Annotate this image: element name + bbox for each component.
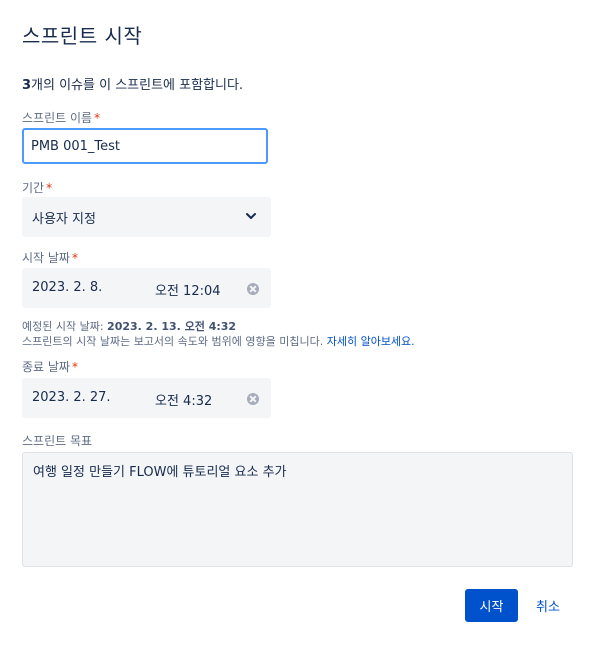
required-marker: * xyxy=(46,181,53,195)
duration-label: 기간 * xyxy=(22,179,52,196)
issue-summary-text: 개의 이슈를 이 스프린트에 포함합니다. xyxy=(31,78,244,93)
sprint-goal-label: 스프린트 목표 xyxy=(22,434,93,448)
start-sprint-dialog: 스프린트 시작 3개의 이슈를 이 스프린트에 포함합니다. 스프린트 이름 * … xyxy=(0,0,594,652)
start-date-picker[interactable]: 2023. 2. 8. 오전 12:04 xyxy=(22,268,271,308)
sprint-name-label-text: 스프린트 이름 xyxy=(22,111,93,125)
duration-selected-value: 사용자 지정 xyxy=(32,212,96,227)
issue-summary: 3개의 이슈를 이 스프린트에 포함합니다. xyxy=(22,74,243,93)
start-date-label-text: 시작 날짜 xyxy=(22,251,70,265)
clear-icon[interactable] xyxy=(247,393,259,405)
required-marker: * xyxy=(71,360,78,374)
end-date-label: 종료 날짜 * xyxy=(22,358,78,375)
cancel-button[interactable]: 취소 xyxy=(526,589,570,622)
scheduled-start-value: 2023. 2. 13. 오전 4:32 xyxy=(107,320,237,333)
duration-label-text: 기간 xyxy=(22,181,45,195)
required-marker: * xyxy=(71,251,78,265)
start-date-value[interactable]: 2023. 2. 8. xyxy=(32,280,102,295)
end-date-picker[interactable]: 2023. 2. 27. 오전 4:32 xyxy=(22,378,271,418)
start-date-info: 스프린트의 시작 날짜는 보고서의 속도와 범위에 영향을 미칩니다. 자세히 … xyxy=(22,333,415,349)
scheduled-start-prefix: 예정된 시작 날짜: xyxy=(22,320,108,333)
start-date-label: 시작 날짜 * xyxy=(22,249,78,266)
end-date-label-text: 종료 날짜 xyxy=(22,360,70,374)
end-time-value[interactable]: 오전 4:32 xyxy=(155,390,212,409)
sprint-name-input[interactable] xyxy=(22,128,268,164)
required-marker: * xyxy=(94,111,101,125)
scheduled-start-helper: 예정된 시작 날짜: 2023. 2. 13. 오전 4:32 xyxy=(22,318,236,334)
sprint-name-label: 스프린트 이름 * xyxy=(22,109,100,126)
start-time-value[interactable]: 오전 12:04 xyxy=(155,280,221,299)
start-button[interactable]: 시작 xyxy=(465,589,518,622)
dialog-title: 스프린트 시작 xyxy=(22,24,143,48)
learn-more-link[interactable]: 자세히 알아보세요. xyxy=(327,335,415,348)
end-date-value[interactable]: 2023. 2. 27. xyxy=(32,390,111,405)
issue-count: 3 xyxy=(22,78,32,93)
duration-select[interactable]: 사용자 지정 xyxy=(22,197,271,237)
chevron-down-icon xyxy=(246,213,256,219)
start-date-info-text: 스프린트의 시작 날짜는 보고서의 속도와 범위에 영향을 미칩니다. xyxy=(22,335,327,348)
clear-icon[interactable] xyxy=(247,283,259,295)
sprint-goal-textarea[interactable]: 여행 일정 만들기 FLOW에 튜토리얼 요소 추가 xyxy=(22,452,573,567)
